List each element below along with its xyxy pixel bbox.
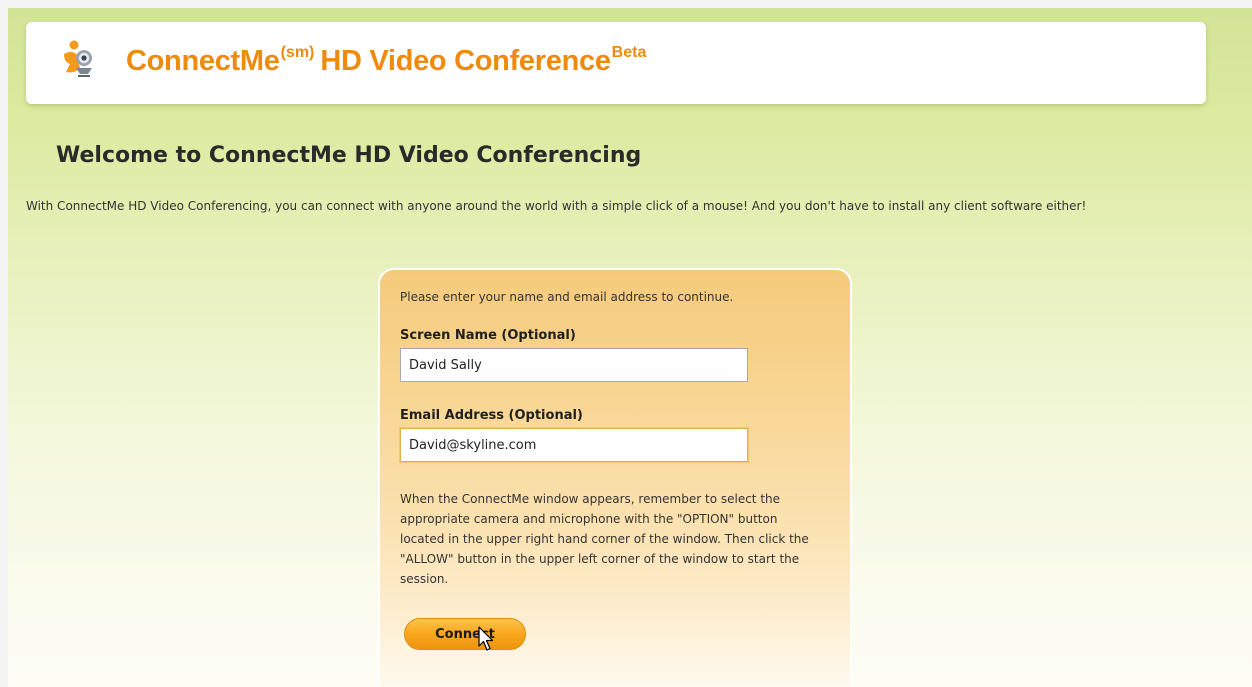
form-intro-text: Please enter your name and email address… <box>400 290 734 304</box>
brand-product: HD Video Conference <box>320 45 611 77</box>
email-label: Email Address (Optional) <box>400 408 583 423</box>
people-webcam-logo-icon <box>64 40 92 77</box>
screen-name-label: Screen Name (Optional) <box>400 328 576 343</box>
brand-service-mark: (sm) <box>280 44 315 61</box>
connect-form-panel: Please enter your name and email address… <box>380 270 850 687</box>
connect-button[interactable]: Connect <box>404 618 526 650</box>
email-input[interactable] <box>400 428 748 462</box>
brand-name: ConnectMe <box>126 45 280 77</box>
brand-title: ConnectMe(sm) HD Video ConferenceBeta <box>126 44 646 78</box>
header-bar: ConnectMe(sm) HD Video ConferenceBeta <box>26 22 1206 104</box>
page-background: ConnectMe(sm) HD Video ConferenceBeta Wel… <box>8 8 1252 687</box>
brand-beta-badge: Beta <box>611 44 647 61</box>
page-title: Welcome to ConnectMe HD Video Conferenci… <box>56 143 642 168</box>
mouse-pointer-icon <box>478 626 494 651</box>
connection-instructions: When the ConnectMe window appears, remem… <box>400 492 809 586</box>
screen-name-input[interactable] <box>400 348 748 382</box>
intro-paragraph: With ConnectMe HD Video Conferencing, yo… <box>26 199 1087 213</box>
